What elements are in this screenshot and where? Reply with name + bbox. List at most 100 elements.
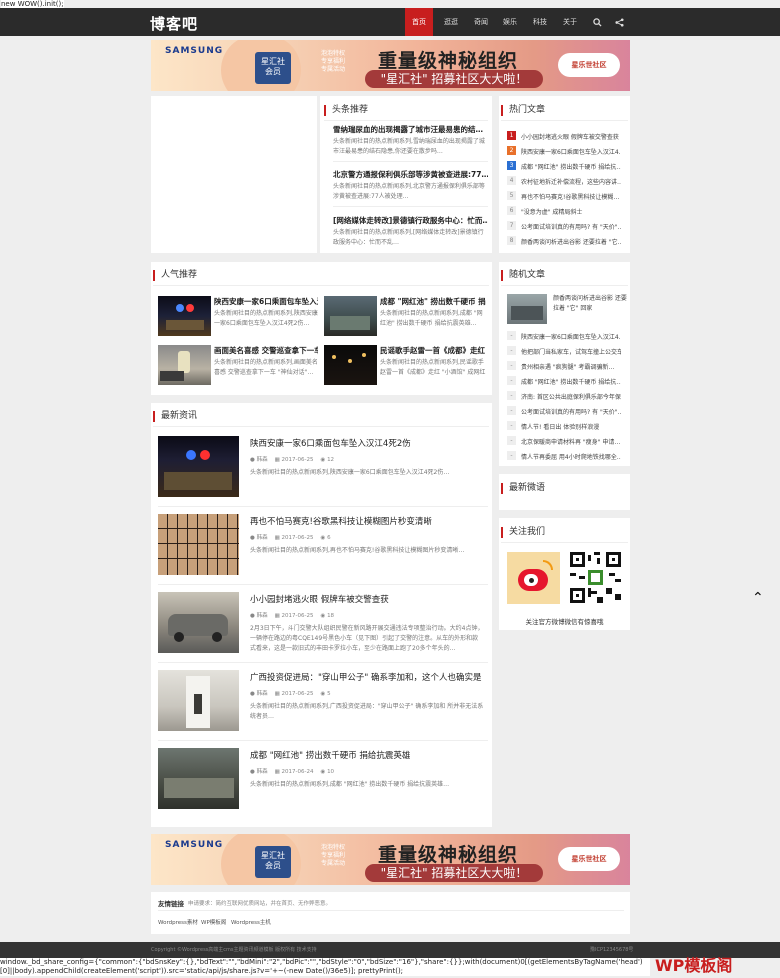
rank-badge: 8 <box>507 236 516 245</box>
eye-icon: ◉ <box>320 535 326 541</box>
random-dot: - <box>507 361 516 370</box>
user-icon: ● <box>250 613 255 619</box>
popular-item-title[interactable]: 成都 "网红池" 捞出数千硬币 捐… <box>380 296 486 307</box>
hot-item[interactable]: 陕西安康一家6口乘面包车坠入汉江4… <box>521 147 621 156</box>
wp-logo[interactable]: WP模板阁 <box>655 952 732 976</box>
random-dot: - <box>507 451 516 460</box>
popular-thumb[interactable] <box>324 296 377 336</box>
rank-badge: 4 <box>507 176 516 185</box>
popular-item-title[interactable]: 画面美名喜感 交警巡查拿下一车… <box>214 345 318 356</box>
latest-item-title[interactable]: 陕西安康一家6口乘面包车坠入汉江4死2伤 <box>250 437 411 449</box>
random-item[interactable]: 北京保暖商申请材料再 "瘦身" 申请… <box>521 437 621 446</box>
share-icon[interactable] <box>609 8 629 36</box>
nav-entertainment[interactable]: 娱乐 <box>496 8 524 36</box>
rank-badge: 6 <box>507 206 516 215</box>
user-icon: ● <box>250 457 255 463</box>
popular-item-title[interactable]: 民谣歌手赵雷一首《成都》走红 … <box>380 345 486 356</box>
copyright: Copyright ©Wordpress高端主cms主题资讯频道模板 版权所有 … <box>151 947 317 953</box>
latest-thumb[interactable] <box>158 670 239 731</box>
latest-thumb[interactable] <box>158 748 239 809</box>
headline-item-desc: 头条新闻社目的热点新闻系列,雪纳瑞尿血的出现揭露了城市汪最易患的结石隐患,你还要… <box>333 138 485 155</box>
random-item[interactable]: 情人节! 看日出 体验别样浪漫 <box>521 422 621 431</box>
calendar-icon: ▦ <box>274 769 280 775</box>
nav-oddities[interactable]: 奇闻 <box>467 8 495 36</box>
random-dot: - <box>507 436 516 445</box>
headline-item-desc: 头条新闻社目的热点新闻系列,[网络媒体走转改]景德镇行政服务中心：忙而不乱… <box>333 229 484 246</box>
random-feature-title[interactable]: 颜香两谈问析进出谷影 还要拉着 "它" 回家 <box>553 294 627 316</box>
back-to-top-icon[interactable]: ⌃ <box>752 590 764 606</box>
popular-thumb[interactable] <box>324 345 377 385</box>
headline-item-desc: 头条新闻社目的热点新闻系列,北京警方通报保利俱乐部等涉黄被查进展:77人被处理… <box>333 183 485 200</box>
weibo-panel: 最新微语 <box>499 474 630 510</box>
popular-item-desc: 头条新闻社目的热点新闻系列,陕西安康一家6口乘面包车坠入汉江4死2伤… <box>214 310 318 327</box>
latest-item-title[interactable]: 再也不怕马赛克!谷歌黑科技让模糊图片秒变清晰 <box>250 515 432 527</box>
headline-item-title[interactable]: 雪纳瑞尿血的出现揭露了城市汪最易患的结… <box>333 124 488 135</box>
latest-thumb[interactable] <box>158 592 239 653</box>
hot-item[interactable]: 成都 "网红池" 捞出数千硬币 捐给抗… <box>521 162 621 171</box>
popular-thumb[interactable] <box>158 345 211 385</box>
slider-placeholder[interactable] <box>151 96 317 253</box>
calendar-icon: ▦ <box>274 535 280 541</box>
banner-perks: 泡泡特权 专享福利 专属活动 <box>321 50 346 73</box>
hot-item[interactable]: 颜香两谈问析进出谷影 还要拉着 "它… <box>521 237 621 246</box>
random-item[interactable]: 成都 "网红池" 捞出数千硬币 捐给抗… <box>521 377 621 386</box>
icp-number[interactable]: 豫ICP12345678号 <box>590 946 633 953</box>
banner-title: 重量级神秘组织 <box>378 50 519 72</box>
hot-item[interactable]: 公考面试培训真的有用吗? 有 "天价"… <box>521 222 621 231</box>
rank-badge: 3 <box>507 161 516 170</box>
latest-item-meta: ● 韩森 ▦ 2017-06-25 ◉ 12 <box>250 457 335 463</box>
random-item[interactable]: 公考面试培训真的有用吗? 有 "天价"… <box>521 407 621 416</box>
samsung-logo: SAMSUNG <box>165 46 224 56</box>
member-card: 星汇社 会员 <box>255 52 291 84</box>
weibo-icon[interactable] <box>507 552 560 604</box>
latest-item-meta: ● 韩森 ▦ 2017-06-25 ◉ 18 <box>250 613 335 619</box>
calendar-icon: ▦ <box>274 613 280 619</box>
random-dot: - <box>507 376 516 385</box>
latest-item-desc: 头条新闻社目的热点新闻系列,广西投资促进局："穿山甲公子" 确系李加和 所并非无… <box>250 703 484 720</box>
friend-link[interactable]: Wordpress主机 <box>231 918 271 926</box>
hot-item[interactable]: 小小园封堵逃火眼 假牌车被交警查获 <box>521 132 621 141</box>
nav-tech[interactable]: 科技 <box>526 8 554 36</box>
random-item[interactable]: 情人节再委屈 用4小时爬地铁找哪全… <box>521 452 621 461</box>
popular-thumb[interactable] <box>158 296 211 336</box>
latest-thumb[interactable] <box>158 436 239 497</box>
latest-item-meta: ● 韩森 ▦ 2017-06-25 ◉ 6 <box>250 535 331 541</box>
search-icon[interactable] <box>587 8 607 36</box>
rank-badge: 2 <box>507 146 516 155</box>
banner-club-badge: 星乐世社区 <box>558 53 620 77</box>
random-item[interactable]: 陕西安康一家6口乘面包车坠入汉江4… <box>521 332 621 341</box>
random-feature-thumb[interactable] <box>507 294 547 324</box>
weibo-title: 最新微语 <box>501 483 545 494</box>
hot-item[interactable]: "没意为虚" 成精局斜士 <box>521 207 621 216</box>
samsung-logo: SAMSUNG <box>165 840 224 850</box>
top-ad-banner[interactable]: SAMSUNG 星汇社 会员 泡泡特权 专享福利 专属活动 重量级神秘组织 "星… <box>151 40 630 91</box>
nav-about[interactable]: 关于 <box>556 8 584 36</box>
eye-icon: ◉ <box>320 769 326 775</box>
latest-item-meta: ● 韩森 ▦ 2017-06-24 ◉ 10 <box>250 769 335 775</box>
hot-title: 热门文章 <box>501 105 545 116</box>
nav-home[interactable]: 首页 <box>405 8 433 36</box>
wechat-qrcode <box>570 552 621 603</box>
follow-title: 关注我们 <box>501 527 545 538</box>
latest-item-title[interactable]: 成都 "网红池" 捞出数千硬币 捐给抗震英雄 <box>250 749 410 761</box>
rank-badge: 1 <box>507 131 516 140</box>
headline-item-title[interactable]: [网络媒体走转改]景德镇行政服务中心：忙而… <box>333 215 488 226</box>
random-item[interactable]: 贵州相亲遇 "疯狗腿" 考霸调骗新… <box>521 362 621 371</box>
friend-link[interactable]: Wordpress素材 <box>158 918 198 926</box>
random-item[interactable]: 他把部门当私家车，试驾车撞上公交车 <box>521 347 621 356</box>
hot-item[interactable]: 农村征地拆迁补偿流程，这些内容讲… <box>521 177 621 186</box>
bottom-ad-banner[interactable]: SAMSUNG 星汇社 会员 泡泡特权 专享福利 专属活动 重量级神秘组织 "星… <box>151 834 630 885</box>
random-item[interactable]: 济南: 首区公共出庭保利俱乐部今年保… <box>521 392 621 401</box>
latest-item-title[interactable]: 广西投资促进局："穿山甲公子" 确系李加和，这个人也确实是 <box>250 671 482 683</box>
site-logo[interactable]: 博客吧 <box>150 13 198 34</box>
hot-item[interactable]: 再也不怕马赛克!谷歌黑科技让模糊… <box>521 192 621 201</box>
headline-title: 头条推荐 <box>324 105 368 116</box>
latest-thumb[interactable] <box>158 514 239 575</box>
headline-item-title[interactable]: 北京警方通报保利俱乐部等涉黄被查进展:77… <box>333 169 488 180</box>
popular-item-title[interactable]: 陕西安康一家6口乘面包车坠入汉… <box>214 296 318 307</box>
nav-browse[interactable]: 逛逛 <box>437 8 465 36</box>
latest-item-title[interactable]: 小小园封堵逃火眼 假牌车被交警查获 <box>250 593 389 605</box>
popular-item-desc: 头条新闻社目的热点新闻系列,成都 "网红池" 捞出数千硬币 捐给抗震英雄… <box>380 310 483 327</box>
friend-link[interactable]: WP模板阁 <box>201 918 226 926</box>
random-title: 随机文章 <box>501 270 545 281</box>
